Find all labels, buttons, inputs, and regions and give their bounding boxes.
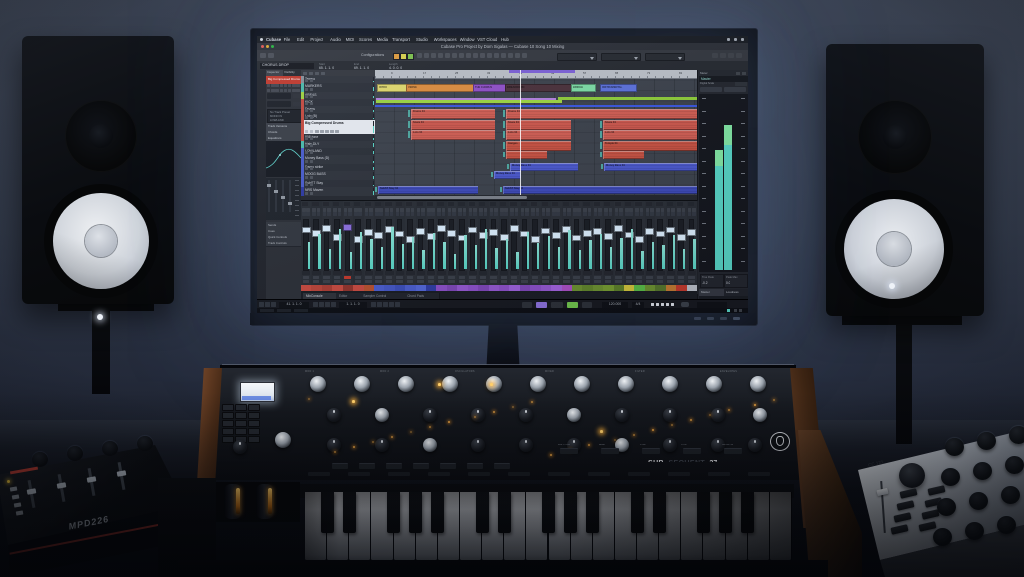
synth-keyboard [305,492,792,562]
black-key [719,492,732,533]
mod-wheel-backlight [268,488,272,514]
synth-arp-button [440,463,456,469]
synth-patch-button [588,472,610,476]
synth-logo-sequent: SEQUENT [668,460,705,462]
synth-patch-button [308,472,330,476]
black-key [409,492,422,533]
synth-panel-button [560,448,578,454]
synth-panel-button [601,448,619,454]
black-key [631,492,644,533]
synth-button-label: SYNC [640,444,646,446]
black-key [564,492,577,533]
synth-patch-button [348,472,370,476]
synth-arp-button [359,463,375,469]
synth-button-label: LATCH ON [722,444,733,446]
white-key [770,492,791,560]
black-key [343,492,356,533]
black-key [476,492,489,533]
synth-arp-button [386,463,402,469]
black-key [741,492,754,533]
black-key [321,492,334,533]
synth-logo-sub: SUB [648,460,664,462]
black-key [586,492,599,533]
synth-logo: SUB SEQUENT 37 MOOG MUSIC INC. [648,452,758,462]
synth-patch-button [468,472,490,476]
studio-scene: CubaseFileEditProjectAudioMIDIScoresMedi… [0,0,1024,577]
synth-chassis-front [178,560,828,577]
synth-button-label: MULTI TRIG [558,444,570,446]
synth-patch-button [668,472,690,476]
pitch-wheel-backlight [236,488,240,514]
synth-patch-button [708,472,730,476]
synth-arp-button [413,463,429,469]
synth-patch-button [508,472,530,476]
black-key [431,492,444,533]
pitch-wheel [224,484,242,519]
synth-button-label: BEND [599,444,605,446]
synth-arp-button [494,463,510,469]
black-key [542,492,555,533]
synth-patch-button [428,472,450,476]
mod-wheel [256,484,274,519]
synth-arp-button [467,463,483,469]
black-key [498,492,511,533]
synth-patch-button [628,472,650,476]
black-key [387,492,400,533]
moog-badge-icon [770,432,790,451]
synth-patch-button [748,472,770,476]
synth-arp-button [332,463,348,469]
synth-logo-37: 37 [710,460,718,462]
black-key [697,492,710,533]
black-key [653,492,666,533]
moog-badge-inner [776,436,784,446]
synth-button-label: LOOP [681,444,687,446]
synth-patch-button [388,472,410,476]
synth-patch-button [548,472,570,476]
